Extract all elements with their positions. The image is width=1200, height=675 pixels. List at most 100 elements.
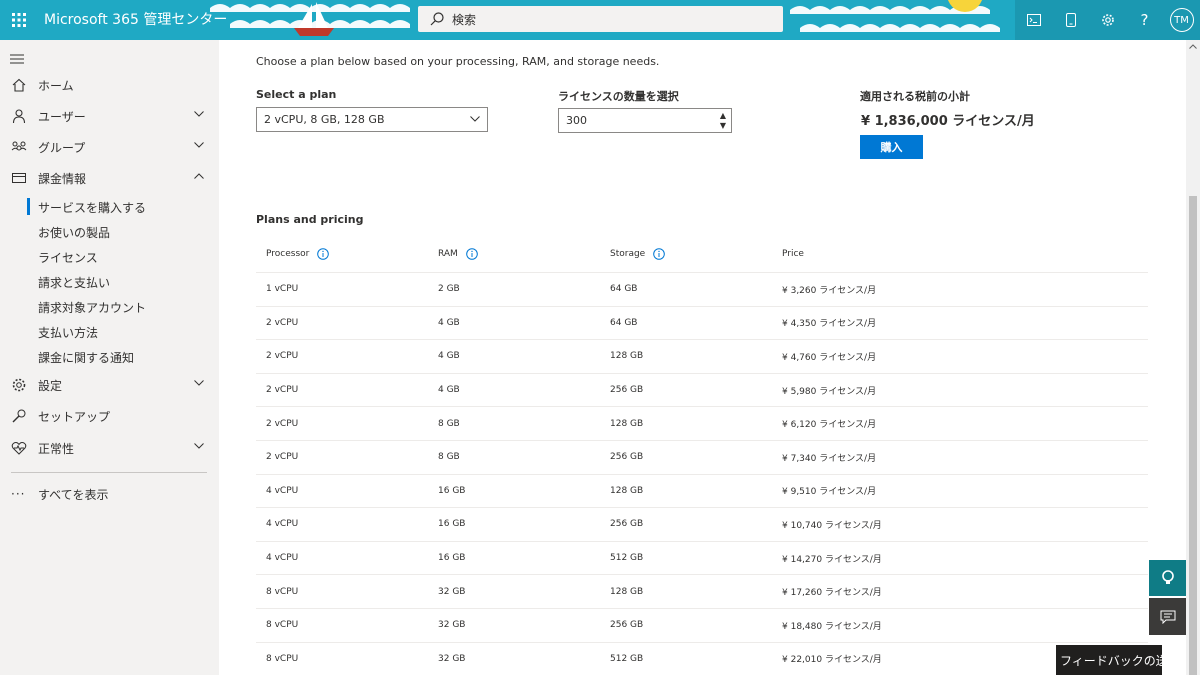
nav-item-settings[interactable]: 設定 bbox=[0, 371, 219, 399]
subtotal-label: 適用される税前の小計 bbox=[860, 90, 970, 103]
info-icon[interactable] bbox=[466, 248, 478, 260]
increment-icon[interactable]: ▲ bbox=[720, 112, 726, 120]
cell-storage: 256 GB bbox=[610, 620, 644, 631]
plan-dropdown[interactable]: 2 vCPU, 8 GB, 128 GB bbox=[256, 107, 488, 132]
plan-dropdown-value: 2 vCPU, 8 GB, 128 GB bbox=[264, 113, 385, 126]
selected-indicator bbox=[27, 198, 30, 215]
nav-sub-billing-notifications[interactable]: 課金に関する通知 bbox=[0, 345, 219, 369]
table-header-row: Processor RAM Storage Price bbox=[256, 236, 1148, 273]
page-scrollbar[interactable] bbox=[1186, 40, 1200, 675]
nav-sub-label: お使いの製品 bbox=[38, 226, 111, 240]
info-icon[interactable] bbox=[317, 248, 330, 260]
chat-icon bbox=[1160, 610, 1175, 624]
billing-icon bbox=[12, 173, 26, 183]
account-button[interactable]: TM bbox=[1163, 0, 1200, 40]
nav-sub-payment-methods[interactable]: 支払い方法 bbox=[0, 320, 219, 344]
nav-show-all[interactable]: ··· すべてを表示 bbox=[0, 480, 219, 508]
scroll-up-icon[interactable] bbox=[1189, 44, 1197, 49]
column-header-label: Price bbox=[782, 249, 804, 259]
select-plan-label: Select a plan bbox=[256, 88, 337, 101]
cell-ram: 16 GB bbox=[438, 553, 466, 564]
help-button[interactable]: ? bbox=[1126, 0, 1163, 40]
header-actions: ? TM bbox=[1015, 0, 1200, 40]
plans-table: Processor RAM Storage Price 1 vCPU 2 GB 64… bbox=[256, 236, 1148, 675]
settings-button[interactable] bbox=[1089, 0, 1126, 40]
nav-item-users[interactable]: ユーザー bbox=[0, 102, 219, 130]
cell-processor: 8 vCPU bbox=[266, 653, 299, 664]
nav-item-billing[interactable]: 課金情報 bbox=[0, 164, 219, 192]
nav-item-label: セットアップ bbox=[38, 409, 111, 424]
buy-button[interactable]: 購入 bbox=[860, 135, 923, 159]
nav-item-health[interactable]: 正常性 bbox=[0, 434, 219, 462]
column-header-label: RAM bbox=[438, 249, 458, 259]
cell-price: ¥ 22,010 ライセンス/月 bbox=[782, 655, 882, 666]
cell-processor: 2 vCPU bbox=[266, 418, 299, 429]
mobile-app-button[interactable] bbox=[1052, 0, 1089, 40]
search-placeholder: 検索 bbox=[452, 12, 477, 27]
search-box[interactable]: 検索 bbox=[418, 6, 783, 32]
nav-item-setup[interactable]: セットアップ bbox=[0, 402, 219, 430]
app-launcher-button[interactable] bbox=[0, 0, 38, 40]
nav-item-label: 設定 bbox=[38, 378, 63, 393]
help-icon: ? bbox=[1140, 11, 1149, 29]
nav-sub-billing-accounts[interactable]: 請求対象アカウント bbox=[0, 295, 219, 319]
gear-icon bbox=[12, 378, 26, 392]
nav-collapse-button[interactable] bbox=[10, 50, 24, 69]
chevron-down-icon bbox=[194, 142, 204, 148]
decrement-icon[interactable]: ▼ bbox=[720, 122, 726, 130]
nav-sub-label: 請求対象アカウント bbox=[38, 301, 147, 315]
column-header-label: Storage bbox=[610, 249, 646, 259]
group-icon bbox=[11, 141, 27, 151]
help-support-button[interactable] bbox=[1149, 560, 1186, 596]
top-header: Microsoft 365 管理センター 検索 ? TM bbox=[0, 0, 1200, 40]
nav-sub-your-products[interactable]: お使いの製品 bbox=[0, 220, 219, 244]
table-row: 2 vCPU 4 GB 256 GB ¥ 5,980 ライセンス/月 bbox=[256, 374, 1148, 408]
cell-ram: 8 GB bbox=[438, 452, 460, 463]
heart-icon bbox=[11, 442, 27, 455]
nav-sub-bills-payments[interactable]: 請求と支払い bbox=[0, 270, 219, 294]
intro-text: Choose a plan below based on your proces… bbox=[256, 55, 660, 68]
cell-processor: 8 vCPU bbox=[266, 620, 299, 631]
table-row: 4 vCPU 16 GB 512 GB ¥ 14,270 ライセンス/月 bbox=[256, 542, 1148, 576]
cell-storage: 256 GB bbox=[610, 452, 644, 463]
chat-button[interactable] bbox=[1149, 598, 1186, 635]
cell-price: ¥ 17,260 ライセンス/月 bbox=[782, 588, 882, 599]
app-title[interactable]: Microsoft 365 管理センター bbox=[44, 0, 227, 40]
cell-price: ¥ 18,480 ライセンス/月 bbox=[782, 621, 882, 632]
user-icon bbox=[12, 109, 26, 124]
cell-price: ¥ 7,340 ライセンス/月 bbox=[782, 453, 877, 464]
license-qty-stepper[interactable]: 300 ▲ ▼ bbox=[558, 108, 732, 133]
nav-item-label: 課金情報 bbox=[38, 171, 87, 186]
feedback-button[interactable]: フィードバックの送信 bbox=[1056, 645, 1162, 675]
cloud-shell-button[interactable] bbox=[1015, 0, 1052, 40]
nav-item-groups[interactable]: グループ bbox=[0, 133, 219, 161]
cell-storage: 512 GB bbox=[610, 653, 644, 664]
cell-storage: 128 GB bbox=[610, 586, 644, 597]
cell-price: ¥ 10,740 ライセンス/月 bbox=[782, 520, 882, 531]
cell-ram: 4 GB bbox=[438, 351, 460, 362]
table-row: 2 vCPU 4 GB 64 GB ¥ 4,350 ライセンス/月 bbox=[256, 307, 1148, 341]
cell-ram: 32 GB bbox=[438, 653, 466, 664]
cell-price: ¥ 3,260 ライセンス/月 bbox=[782, 285, 877, 296]
table-row: 2 vCPU 8 GB 128 GB ¥ 6,120 ライセンス/月 bbox=[256, 407, 1148, 441]
waffle-icon bbox=[12, 13, 26, 27]
nav-sub-licenses[interactable]: ライセンス bbox=[0, 245, 219, 269]
cell-processor: 2 vCPU bbox=[266, 452, 299, 463]
cell-processor: 4 vCPU bbox=[266, 553, 299, 564]
nav-sub-purchase-services[interactable]: サービスを購入する bbox=[0, 195, 219, 219]
nav-item-label: 正常性 bbox=[38, 441, 75, 456]
license-qty-label: ライセンスの数量を選択 bbox=[558, 90, 679, 103]
wrench-icon bbox=[12, 409, 26, 423]
mobile-icon bbox=[1065, 13, 1076, 27]
cell-processor: 2 vCPU bbox=[266, 317, 299, 328]
table-row: 1 vCPU 2 GB 64 GB ¥ 3,260 ライセンス/月 bbox=[256, 273, 1148, 307]
nav-divider bbox=[11, 472, 207, 473]
table-body: 1 vCPU 2 GB 64 GB ¥ 3,260 ライセンス/月 2 vCPU 4 GB… bbox=[256, 273, 1148, 675]
column-header-processor: Processor bbox=[266, 236, 330, 272]
scrollbar-thumb[interactable] bbox=[1189, 196, 1197, 675]
support-icon bbox=[1161, 570, 1174, 584]
info-icon[interactable] bbox=[653, 248, 666, 260]
cell-ram: 8 GB bbox=[438, 418, 460, 429]
nav-item-home[interactable]: ホーム bbox=[0, 71, 219, 99]
cell-processor: 2 vCPU bbox=[266, 385, 299, 396]
